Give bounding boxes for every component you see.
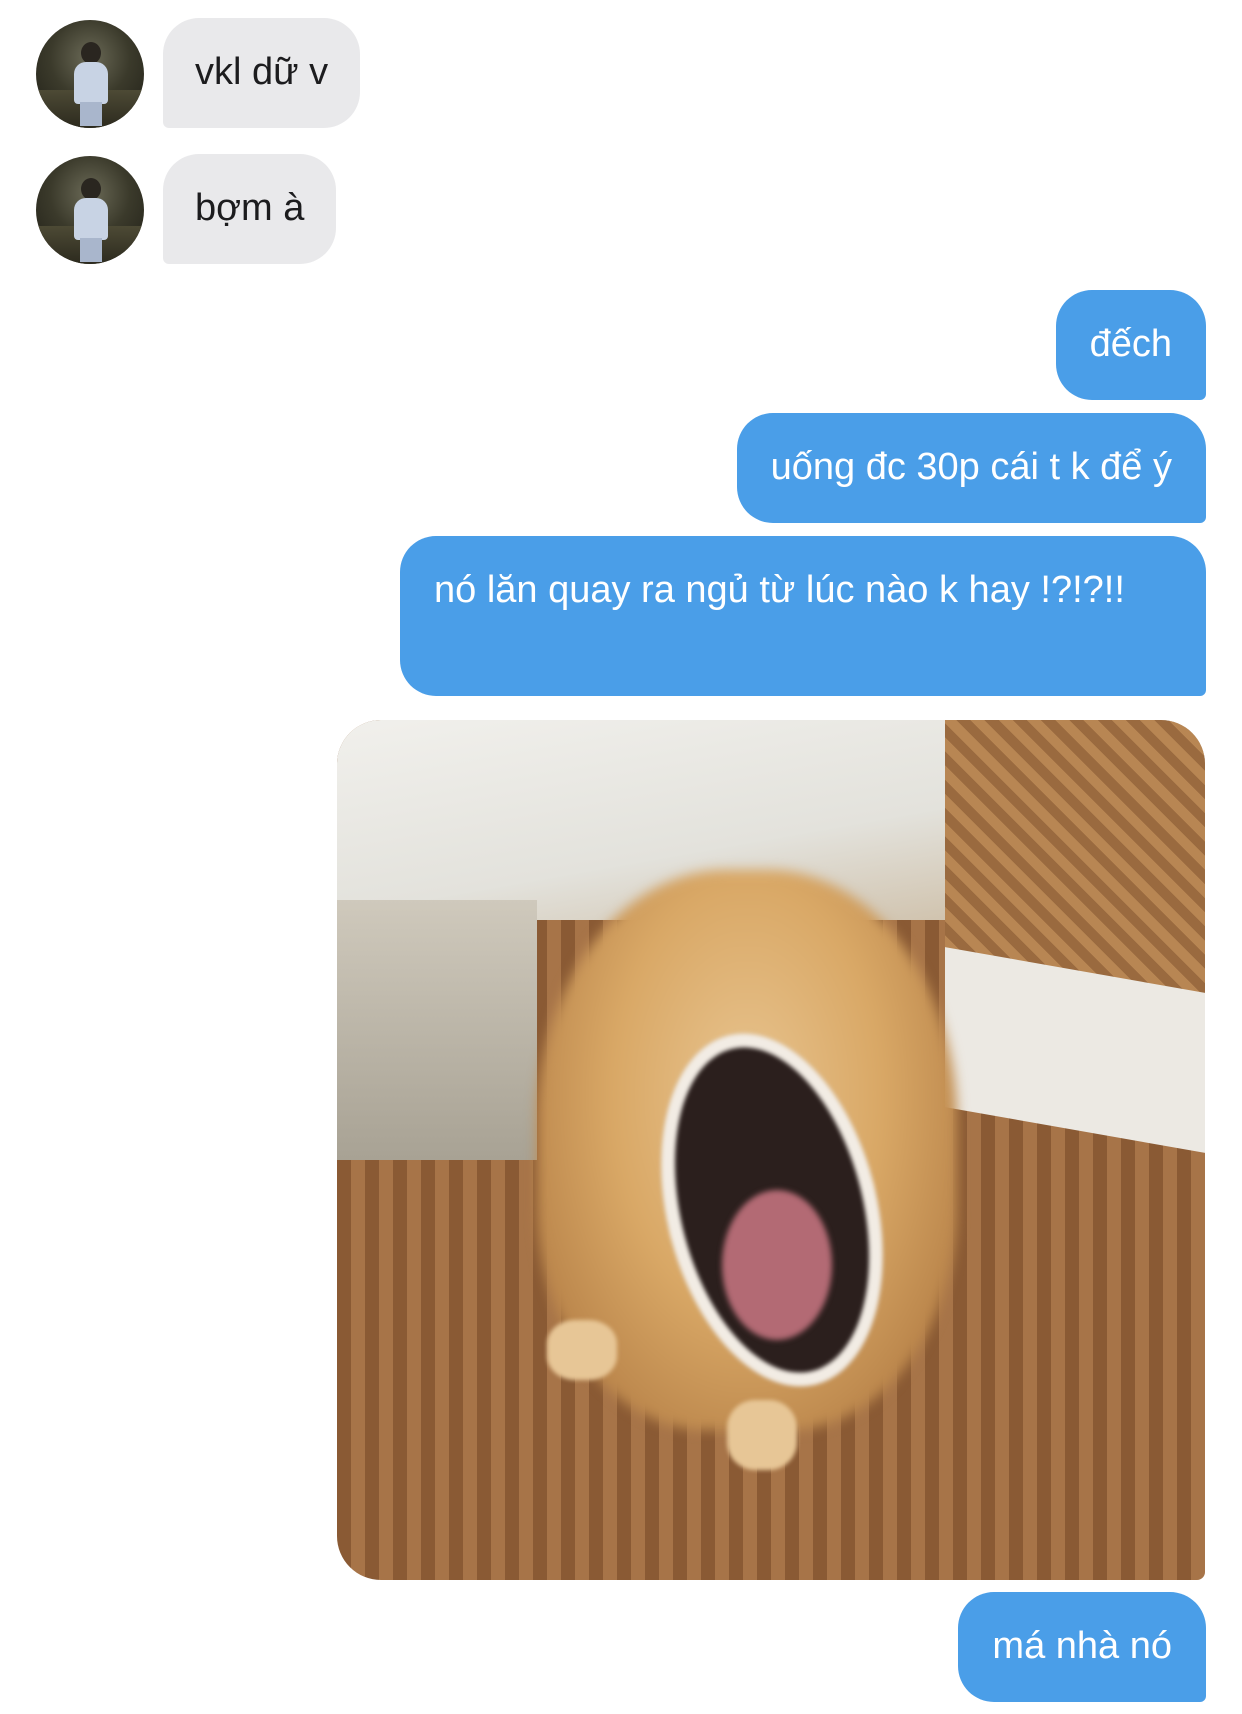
photo-dog-paw [547,1320,617,1380]
avatar-person-head [81,42,101,64]
message-text: nó lăn quay ra ngủ từ lúc nào k hay !?!?… [434,569,1125,611]
message-text: uống đc 30p cái t k để ý [770,446,1172,488]
photo-dog-tongue [722,1190,832,1340]
photo-floor [337,900,537,1160]
message-bubble-outgoing[interactable]: uống đc 30p cái t k để ý [736,413,1206,523]
avatar-person-legs [80,102,102,126]
contact-avatar[interactable] [36,156,144,264]
message-bubble-incoming[interactable]: vkl dữ v [163,18,361,128]
avatar-person-body [74,62,108,104]
avatar-person-head [81,178,101,200]
message-text: đếch [1089,323,1172,365]
message-bubble-incoming[interactable]: bợm à [163,154,337,264]
photo-dog-paw [727,1400,797,1470]
message-bubble-outgoing[interactable]: nó lăn quay ra ngủ từ lúc nào k hay !?!?… [400,536,1206,696]
message-bubble-outgoing[interactable]: má nhà nó [958,1592,1206,1702]
message-image-dog[interactable] [337,720,1205,1580]
message-text: vkl dữ v [195,51,329,93]
message-text: bợm à [195,187,305,229]
message-bubble-outgoing[interactable]: đếch [1055,290,1206,400]
contact-avatar[interactable] [36,20,144,128]
message-text: má nhà nó [992,1625,1172,1667]
avatar-person-body [74,198,108,240]
avatar-person-legs [80,238,102,262]
